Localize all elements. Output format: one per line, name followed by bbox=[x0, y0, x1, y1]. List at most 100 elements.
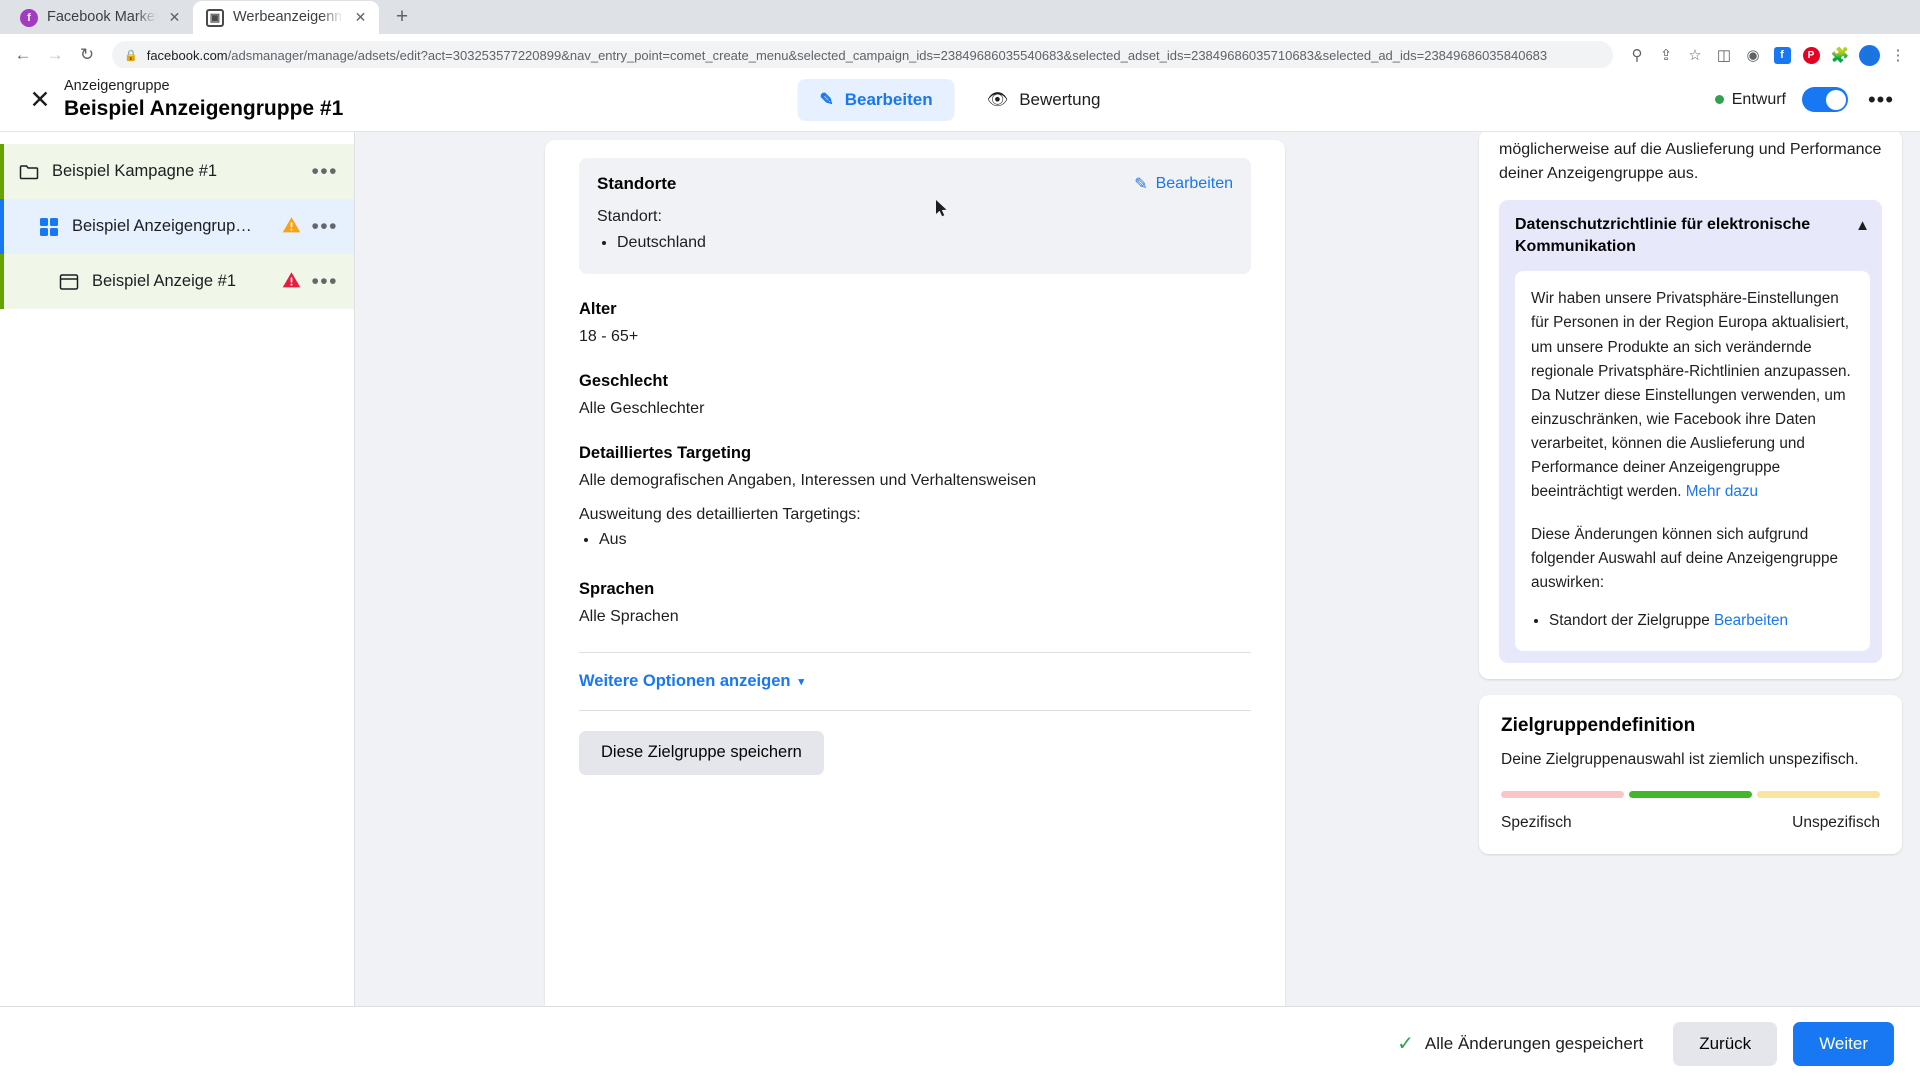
age-title: Alter bbox=[579, 300, 617, 319]
sidebar-item-adset-label: Beispiel Anzeigengrup… bbox=[72, 217, 252, 235]
app-body: Beispiel Kampagne #1 ••• Beispiel Anzeig… bbox=[0, 132, 1920, 1006]
browser-tab-1[interactable]: f Facebook Marketing & Werbea ✕ bbox=[7, 1, 193, 34]
back-button[interactable]: Zurück bbox=[1673, 1021, 1778, 1066]
edit-audience-location-link[interactable]: Bearbeiten bbox=[1714, 612, 1788, 629]
edit-locations-button[interactable]: ✎ Bearbeiten bbox=[1134, 174, 1233, 194]
header-tabs: ✎ Bearbeiten 👁 Bewertung bbox=[797, 78, 1123, 121]
extensions-puzzle-icon[interactable]: 🧩 bbox=[1826, 41, 1854, 69]
age-value: 18 - 65+ bbox=[579, 328, 639, 346]
languages-section: Sprachen Alle Sprachen bbox=[579, 580, 1251, 626]
gender-title: Geschlecht bbox=[579, 372, 668, 391]
pencil-icon: ✎ bbox=[1134, 176, 1148, 193]
new-tab-button[interactable]: + bbox=[387, 2, 417, 32]
bookmark-star-icon[interactable]: ☆ bbox=[1681, 41, 1709, 69]
targeting-expansion-list: Aus bbox=[599, 526, 1251, 553]
share-icon[interactable]: ⇪ bbox=[1652, 41, 1680, 69]
toolbar-icons: ⚲ ⇪ ☆ ◫ ◉ f P 🧩 👤 ⋮ bbox=[1623, 41, 1912, 69]
forward-icon[interactable]: → bbox=[40, 40, 70, 70]
privacy-notice-body: Wir haben unsere Privatsphäre-Einstellun… bbox=[1515, 271, 1870, 651]
locations-sub-label: Standort: bbox=[597, 208, 662, 225]
back-icon[interactable]: ← bbox=[8, 40, 38, 70]
privacy-paragraph-2: Diese Änderungen können sich aufgrund fo… bbox=[1531, 525, 1839, 591]
status-toggle[interactable] bbox=[1802, 87, 1848, 112]
locations-header: Standorte ✎ Bearbeiten bbox=[597, 174, 1233, 194]
meter-segment-3 bbox=[1757, 790, 1880, 798]
detailed-targeting-title: Detailliertes Targeting bbox=[579, 444, 752, 463]
address-bar[interactable]: 🔒 facebook.com/adsmanager/manage/adsets/… bbox=[112, 41, 1613, 69]
header-title-block: Anzeigengruppe Beispiel Anzeigengruppe #… bbox=[64, 77, 343, 122]
sidebar-item-adset[interactable]: Beispiel Anzeigengrup… ••• bbox=[0, 199, 354, 254]
languages-title: Sprachen bbox=[579, 579, 655, 598]
sidepanel-icon[interactable]: ◫ bbox=[1710, 41, 1738, 69]
list-item: Deutschland bbox=[617, 230, 1233, 256]
languages-value: Alle Sprachen bbox=[579, 607, 679, 625]
affected-item-label: Standort der Zielgruppe bbox=[1549, 612, 1710, 630]
chevron-up-icon[interactable]: ▲ bbox=[1855, 217, 1870, 234]
privacy-paragraph-1-text: Wir haben unsere Privatsphäre-Einstellun… bbox=[1531, 290, 1851, 501]
status-dot-icon bbox=[1714, 95, 1724, 104]
level-bar bbox=[0, 254, 4, 309]
edit-locations-label: Bearbeiten bbox=[1155, 175, 1233, 192]
tab-bearbeiten[interactable]: ✎ Bearbeiten bbox=[797, 78, 955, 121]
save-audience-button[interactable]: Diese Zielgruppe speichern bbox=[579, 730, 824, 775]
audience-meter bbox=[1501, 790, 1880, 798]
divider bbox=[579, 709, 1251, 711]
list-item: Standort der Zielgruppe Bearbeiten bbox=[1549, 609, 1854, 633]
search-icon[interactable]: ⚲ bbox=[1623, 41, 1651, 69]
url-path: /adsmanager/manage/adsets/edit?act=30325… bbox=[227, 47, 1548, 63]
right-column: möglicherweise auf die Auslieferung und … bbox=[1475, 132, 1920, 1006]
reload-icon[interactable]: ↻ bbox=[72, 40, 102, 70]
url-text: facebook.com/adsmanager/manage/adsets/ed… bbox=[147, 48, 1601, 63]
list-item: Aus bbox=[599, 526, 1251, 553]
age-section: Alter 18 - 65+ bbox=[579, 300, 1251, 346]
tab-bearbeiten-label: Bearbeiten bbox=[844, 89, 933, 109]
pinterest-extension-icon[interactable]: P bbox=[1797, 41, 1825, 69]
facebook-extension-icon[interactable]: f bbox=[1768, 41, 1796, 69]
profile-avatar[interactable]: 👤 bbox=[1855, 41, 1883, 69]
privacy-info-card: möglicherweise auf die Auslieferung und … bbox=[1479, 132, 1902, 679]
eye-icon: 👁 bbox=[986, 89, 1009, 109]
chrome-menu-icon[interactable]: ⋮ bbox=[1884, 41, 1912, 69]
locations-section: Standorte ✎ Bearbeiten Standort: Deutsch… bbox=[579, 158, 1251, 275]
header-right: Entwurf ••• bbox=[1714, 83, 1898, 117]
campaign-tree-sidebar: Beispiel Kampagne #1 ••• Beispiel Anzeig… bbox=[0, 132, 355, 1006]
header-kicker: Anzeigengruppe bbox=[64, 77, 170, 94]
grammarly-icon[interactable]: ◉ bbox=[1739, 41, 1767, 69]
browser-tab-2-title: Werbeanzeigenmanager - Wer bbox=[233, 10, 343, 25]
chevron-down-icon: ▾ bbox=[798, 675, 805, 688]
audience-definition-title: Zielgruppendefinition bbox=[1501, 714, 1696, 736]
lock-icon: 🔒 bbox=[124, 49, 138, 62]
meter-segment-2 bbox=[1629, 790, 1752, 798]
row-menu-icon[interactable]: ••• bbox=[309, 160, 340, 184]
footer-action-bar: ✓ Alle Änderungen gespeichert Zurück Wei… bbox=[0, 1006, 1920, 1080]
tab-bewertung[interactable]: 👁 Bewertung bbox=[965, 79, 1123, 121]
learn-more-link[interactable]: Mehr dazu bbox=[1686, 483, 1758, 500]
close-icon[interactable]: ✕ bbox=[22, 82, 58, 118]
more-options-label: Weitere Optionen anzeigen bbox=[579, 671, 791, 690]
warning-icon bbox=[282, 216, 301, 237]
detailed-targeting-value: Alle demografischen Angaben, Interessen … bbox=[579, 472, 1037, 490]
adset-settings-card: Standorte ✎ Bearbeiten Standort: Deutsch… bbox=[545, 140, 1285, 1006]
close-icon[interactable]: ✕ bbox=[166, 9, 183, 26]
adset-grid-icon bbox=[38, 216, 60, 238]
sidebar-item-campaign[interactable]: Beispiel Kampagne #1 ••• bbox=[0, 144, 354, 199]
row-menu-icon[interactable]: ••• bbox=[309, 215, 340, 239]
meter-label-left: Spezifisch bbox=[1501, 813, 1572, 831]
row-menu-icon[interactable]: ••• bbox=[309, 270, 340, 294]
url-host: facebook.com bbox=[146, 47, 228, 63]
tab-strip: f Facebook Marketing & Werbea ✕ ▣ Werbea… bbox=[0, 0, 1920, 34]
meter-segment-1 bbox=[1501, 790, 1624, 798]
locations-value-list: Deutschland bbox=[617, 230, 1233, 256]
level-bar bbox=[0, 199, 4, 254]
browser-tab-2[interactable]: ▣ Werbeanzeigenmanager - Wer ✕ bbox=[193, 1, 379, 34]
sidebar-item-ad[interactable]: Beispiel Anzeige #1 ••• bbox=[0, 254, 354, 309]
privacy-notice-header[interactable]: Datenschutzrichtlinie für elektronische … bbox=[1515, 214, 1870, 257]
adsmanager-icon: ▣ bbox=[206, 8, 224, 27]
audience-meter-labels: Spezifisch Unspezifisch bbox=[1501, 814, 1880, 832]
save-status-label: Alle Änderungen gespeichert bbox=[1424, 1033, 1644, 1053]
status-badge: Entwurf bbox=[1714, 91, 1786, 109]
close-icon[interactable]: ✕ bbox=[352, 9, 369, 26]
more-options-button[interactable]: Weitere Optionen anzeigen ▾ bbox=[579, 653, 1251, 710]
next-button[interactable]: Weiter bbox=[1793, 1021, 1894, 1066]
more-options-icon[interactable]: ••• bbox=[1864, 83, 1898, 117]
